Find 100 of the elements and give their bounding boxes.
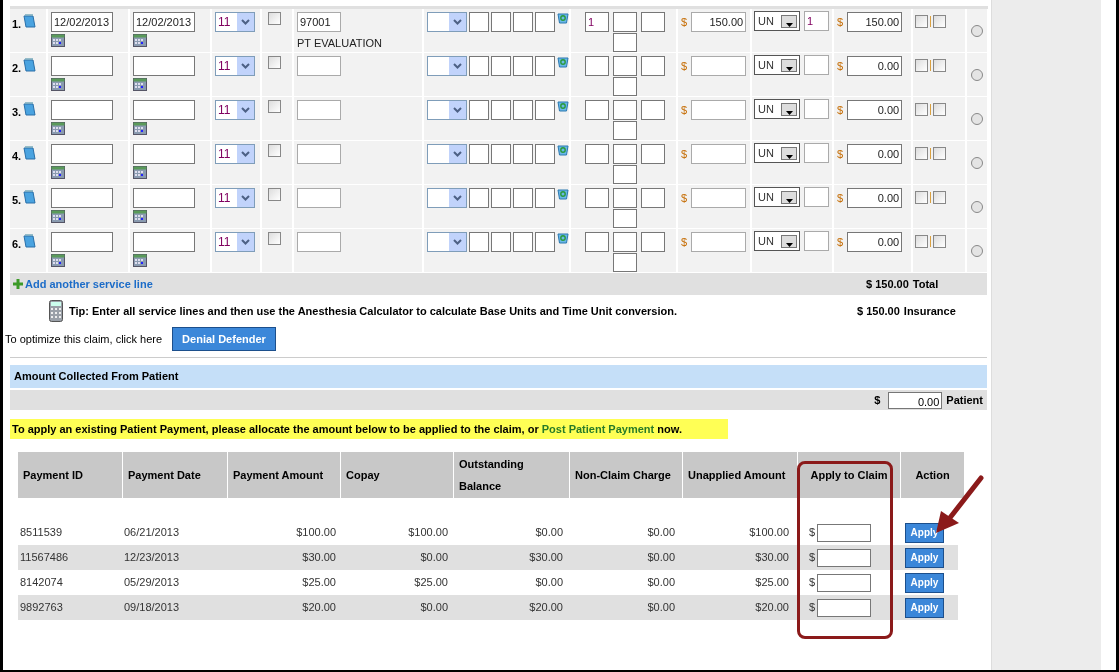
line-total-field[interactable]: 0.00 xyxy=(847,56,903,76)
checkbox[interactable] xyxy=(915,191,928,204)
to-date-field[interactable] xyxy=(133,100,195,120)
radio-button[interactable] xyxy=(971,200,983,213)
procedure-code-field[interactable] xyxy=(297,232,341,252)
post-patient-payment-link[interactable]: Post Patient Payment xyxy=(541,423,655,435)
modifier-dropdown[interactable] xyxy=(427,56,467,76)
modifier-field[interactable] xyxy=(534,144,556,164)
checkbox[interactable] xyxy=(268,144,281,157)
line-total-field[interactable]: 0.00 xyxy=(847,232,903,252)
modifier-field[interactable] xyxy=(490,232,511,252)
modifier-field[interactable] xyxy=(534,100,556,120)
apply-button[interactable]: Apply xyxy=(904,597,945,618)
place-of-service-dropdown[interactable]: 11 xyxy=(215,12,255,32)
diagnosis-pointer-field[interactable] xyxy=(613,56,637,76)
to-date-field[interactable] xyxy=(133,188,195,208)
checkbox[interactable] xyxy=(268,12,281,25)
add-service-line-link[interactable]: Add another service line xyxy=(13,275,818,293)
to-date-field[interactable]: 12/02/2013 xyxy=(133,12,195,32)
diagnosis-pointer-field[interactable] xyxy=(613,144,637,164)
checkbox[interactable] xyxy=(915,147,928,160)
radio-button[interactable] xyxy=(971,156,983,169)
diagnosis-pointer-field[interactable] xyxy=(613,121,637,140)
place-of-service-dropdown[interactable]: 11 xyxy=(215,100,255,120)
checkbox[interactable] xyxy=(268,188,281,201)
unit-type-dropdown[interactable]: UN xyxy=(754,187,800,207)
checkbox[interactable] xyxy=(933,15,946,28)
units-field[interactable] xyxy=(804,187,829,207)
unit-type-dropdown[interactable]: UN xyxy=(754,143,800,163)
procedure-code-field[interactable] xyxy=(297,100,341,120)
patient-amount-field[interactable]: 0.00 xyxy=(888,391,943,409)
modifier-field[interactable] xyxy=(512,12,533,32)
modifier-field[interactable] xyxy=(512,188,533,208)
diagnosis-pointer-field[interactable] xyxy=(613,77,637,96)
apply-amount-field[interactable] xyxy=(817,598,872,617)
procedure-code-field[interactable] xyxy=(297,56,341,76)
modifier-field[interactable] xyxy=(534,12,556,32)
to-date-field[interactable] xyxy=(133,56,195,76)
checkbox[interactable] xyxy=(933,103,946,116)
diagnosis-pointer-field[interactable]: 1 xyxy=(585,12,609,32)
diagnosis-pointer-field[interactable] xyxy=(613,188,637,208)
diagnosis-pointer-field[interactable] xyxy=(613,209,637,228)
from-date-field[interactable] xyxy=(51,188,113,208)
diagnosis-pointer-field[interactable] xyxy=(641,12,665,32)
checkbox[interactable] xyxy=(915,235,928,248)
radio-button[interactable] xyxy=(971,244,983,257)
modifier-field[interactable] xyxy=(490,188,511,208)
units-field[interactable] xyxy=(804,143,829,163)
unit-type-dropdown[interactable]: UN xyxy=(754,11,800,31)
modifier-field[interactable] xyxy=(468,232,489,252)
units-field[interactable] xyxy=(804,99,829,119)
modifier-field[interactable] xyxy=(490,12,511,32)
checkbox[interactable] xyxy=(933,235,946,248)
diagnosis-pointer-field[interactable] xyxy=(613,33,637,52)
checkbox[interactable] xyxy=(933,147,946,160)
diagnosis-pointer-field[interactable] xyxy=(585,100,609,120)
modifier-field[interactable] xyxy=(490,144,511,164)
from-date-field[interactable]: 12/02/2013 xyxy=(51,12,113,32)
modifier-field[interactable] xyxy=(512,144,533,164)
diagnosis-pointer-field[interactable] xyxy=(641,144,665,164)
charge-field[interactable] xyxy=(691,188,747,208)
apply-amount-field[interactable] xyxy=(817,573,872,592)
charge-field[interactable]: 150.00 xyxy=(691,12,747,32)
diagnosis-pointer-field[interactable] xyxy=(613,253,637,272)
unit-type-dropdown[interactable]: UN xyxy=(754,55,800,75)
modifier-field[interactable] xyxy=(468,56,489,76)
units-field[interactable]: 1 xyxy=(804,11,829,31)
modifier-field[interactable] xyxy=(468,100,489,120)
unit-type-dropdown[interactable]: UN xyxy=(754,231,800,251)
apply-button[interactable]: Apply xyxy=(904,547,945,568)
diagnosis-pointer-field[interactable] xyxy=(585,232,609,252)
modifier-dropdown[interactable] xyxy=(427,12,467,32)
place-of-service-dropdown[interactable]: 11 xyxy=(215,232,255,252)
line-total-field[interactable]: 150.00 xyxy=(847,12,903,32)
modifier-dropdown[interactable] xyxy=(427,100,467,120)
modifier-dropdown[interactable] xyxy=(427,144,467,164)
checkbox[interactable] xyxy=(915,103,928,116)
diagnosis-pointer-field[interactable] xyxy=(613,232,637,252)
diagnosis-pointer-field[interactable] xyxy=(613,100,637,120)
line-total-field[interactable]: 0.00 xyxy=(847,100,903,120)
diagnosis-pointer-field[interactable] xyxy=(585,144,609,164)
apply-amount-field[interactable] xyxy=(817,548,872,567)
from-date-field[interactable] xyxy=(51,232,113,252)
diagnosis-pointer-field[interactable] xyxy=(641,188,665,208)
charge-field[interactable] xyxy=(691,56,747,76)
diagnosis-pointer-field[interactable] xyxy=(585,188,609,208)
checkbox[interactable] xyxy=(268,56,281,69)
diagnosis-pointer-field[interactable] xyxy=(641,232,665,252)
modifier-field[interactable] xyxy=(490,56,511,76)
from-date-field[interactable] xyxy=(51,144,113,164)
place-of-service-dropdown[interactable]: 11 xyxy=(215,188,255,208)
procedure-code-field[interactable]: 97001 xyxy=(297,12,341,32)
radio-button[interactable] xyxy=(971,112,983,125)
to-date-field[interactable] xyxy=(133,144,195,164)
from-date-field[interactable] xyxy=(51,56,113,76)
modifier-field[interactable] xyxy=(534,232,556,252)
unit-type-dropdown[interactable]: UN xyxy=(754,99,800,119)
checkbox[interactable] xyxy=(915,15,928,28)
diagnosis-pointer-field[interactable] xyxy=(641,56,665,76)
modifier-field[interactable] xyxy=(468,12,489,32)
